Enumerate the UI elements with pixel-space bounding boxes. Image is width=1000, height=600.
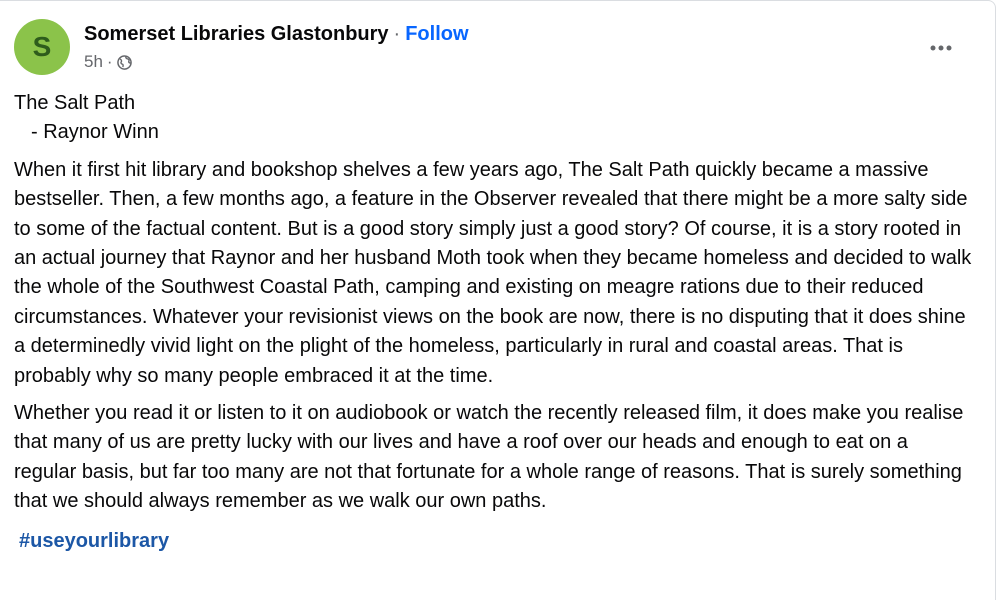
post-paragraph-1: When it first hit library and bookshop s… [14, 158, 972, 387]
post-body: The Salt Path - Raynor Winn When it firs… [14, 89, 974, 556]
post-timestamp[interactable]: 5h [84, 52, 103, 72]
more-options-icon [930, 38, 952, 56]
page-name-link[interactable]: Somerset Libraries Glastonbury [84, 23, 389, 45]
facebook-post-card: S Somerset Libraries Glastonbury · Follow … [0, 0, 996, 600]
hashtag-link[interactable]: #useyourlibrary [19, 527, 974, 556]
avatar-letter: S [32, 31, 52, 62]
more-options-button[interactable] [923, 29, 959, 65]
name-separator: · [393, 23, 401, 45]
post-paragraph-2: Whether you read it or listen to it on a… [14, 402, 964, 513]
globe-icon[interactable] [116, 54, 132, 70]
book-title: The Salt Path [14, 92, 136, 114]
follow-button[interactable]: Follow [405, 23, 468, 45]
avatar[interactable]: S [14, 19, 70, 75]
post-header: S Somerset Libraries Glastonbury · Follow … [14, 19, 469, 75]
time-row: 5h · [84, 52, 469, 72]
name-row: Somerset Libraries Glastonbury · Follow [84, 21, 469, 47]
time-separator: · [106, 52, 113, 71]
book-author: - Raynor Winn [31, 121, 159, 144]
post-meta: Somerset Libraries Glastonbury · Follow 5h… [84, 21, 469, 72]
